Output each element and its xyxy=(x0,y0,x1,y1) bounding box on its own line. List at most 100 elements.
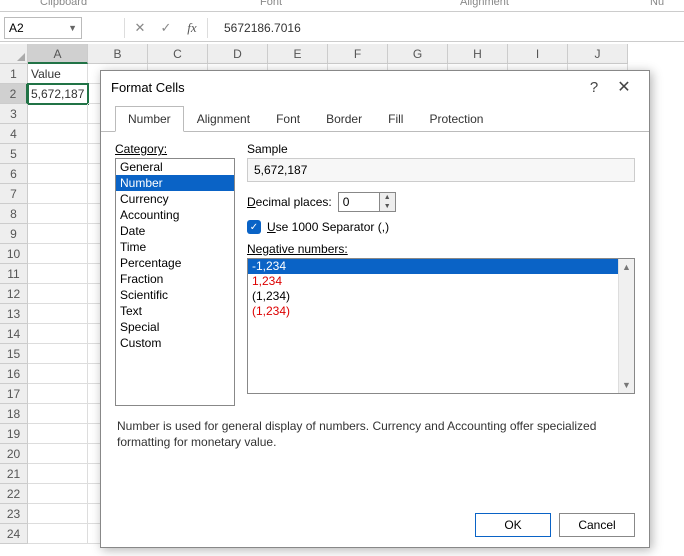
column-header[interactable]: J xyxy=(568,44,628,64)
cell[interactable] xyxy=(28,484,88,504)
tab-alignment[interactable]: Alignment xyxy=(184,106,263,132)
column-header[interactable]: C xyxy=(148,44,208,64)
column-header[interactable]: I xyxy=(508,44,568,64)
category-item[interactable]: Custom xyxy=(116,335,234,351)
category-item[interactable]: Text xyxy=(116,303,234,319)
name-box[interactable]: A2 ▼ xyxy=(4,17,82,39)
cell[interactable] xyxy=(28,404,88,424)
scroll-up-icon[interactable]: ▲ xyxy=(619,259,634,275)
cell[interactable] xyxy=(28,504,88,524)
tab-font[interactable]: Font xyxy=(263,106,313,132)
cell[interactable]: Value xyxy=(28,64,88,84)
cell[interactable]: 5,672,187 xyxy=(28,84,88,104)
row-header[interactable]: 11 xyxy=(0,264,28,284)
row-header[interactable]: 5 xyxy=(0,144,28,164)
category-item[interactable]: Time xyxy=(116,239,234,255)
category-listbox[interactable]: GeneralNumberCurrencyAccountingDateTimeP… xyxy=(115,158,235,406)
cell[interactable] xyxy=(28,324,88,344)
help-icon[interactable]: ? xyxy=(579,75,609,99)
category-item[interactable]: Accounting xyxy=(116,207,234,223)
dialog-titlebar[interactable]: Format Cells ? ✕ xyxy=(101,71,649,103)
negative-numbers-listbox[interactable]: -1,2341,234(1,234)(1,234) ▲ ▼ xyxy=(247,258,635,394)
cell[interactable] xyxy=(28,204,88,224)
scrollbar[interactable]: ▲ ▼ xyxy=(618,259,634,393)
tab-border[interactable]: Border xyxy=(313,106,375,132)
row-header[interactable]: 3 xyxy=(0,104,28,124)
row-header[interactable]: 14 xyxy=(0,324,28,344)
row-header[interactable]: 20 xyxy=(0,444,28,464)
decimal-places-input[interactable] xyxy=(339,193,379,211)
category-item[interactable]: Number xyxy=(116,175,234,191)
category-item[interactable]: General xyxy=(116,159,234,175)
close-icon[interactable]: ✕ xyxy=(609,75,639,99)
column-header[interactable]: G xyxy=(388,44,448,64)
row-header[interactable]: 7 xyxy=(0,184,28,204)
cell[interactable] xyxy=(28,304,88,324)
cell[interactable] xyxy=(28,364,88,384)
cell[interactable] xyxy=(28,244,88,264)
category-item[interactable]: Date xyxy=(116,223,234,239)
cell[interactable] xyxy=(28,424,88,444)
tab-protection[interactable]: Protection xyxy=(416,106,496,132)
cell[interactable] xyxy=(28,384,88,404)
cell[interactable] xyxy=(28,444,88,464)
column-header[interactable]: B xyxy=(88,44,148,64)
row-header[interactable]: 18 xyxy=(0,404,28,424)
category-item[interactable]: Scientific xyxy=(116,287,234,303)
cancel-button[interactable]: Cancel xyxy=(559,513,635,537)
row-header[interactable]: 19 xyxy=(0,424,28,444)
row-header[interactable]: 17 xyxy=(0,384,28,404)
row-header[interactable]: 2 xyxy=(0,84,28,104)
column-header[interactable]: H xyxy=(448,44,508,64)
formula-enter-icon[interactable]: ✓ xyxy=(153,17,179,39)
category-item[interactable]: Percentage xyxy=(116,255,234,271)
row-header[interactable]: 4 xyxy=(0,124,28,144)
spinner-down-icon[interactable]: ▼ xyxy=(380,202,395,211)
cell[interactable] xyxy=(28,144,88,164)
cell[interactable] xyxy=(28,104,88,124)
cell[interactable] xyxy=(28,284,88,304)
row-header[interactable]: 9 xyxy=(0,224,28,244)
category-item[interactable]: Fraction xyxy=(116,271,234,287)
column-header[interactable]: D xyxy=(208,44,268,64)
row-header[interactable]: 1 xyxy=(0,64,28,84)
negative-format-item[interactable]: (1,234) xyxy=(248,289,618,304)
select-all-corner[interactable] xyxy=(0,44,28,64)
row-header[interactable]: 10 xyxy=(0,244,28,264)
cell[interactable] xyxy=(28,164,88,184)
cell[interactable] xyxy=(28,124,88,144)
tab-number[interactable]: Number xyxy=(115,106,184,132)
negative-format-item[interactable]: -1,234 xyxy=(248,259,618,274)
negative-format-item[interactable]: 1,234 xyxy=(248,274,618,289)
row-header[interactable]: 23 xyxy=(0,504,28,524)
cell[interactable] xyxy=(28,524,88,544)
formula-cancel-icon[interactable]: ✕ xyxy=(127,17,153,39)
cell[interactable] xyxy=(28,464,88,484)
thousands-separator-checkbox[interactable]: ✓ xyxy=(247,220,261,234)
category-item[interactable]: Special xyxy=(116,319,234,335)
insert-function-icon[interactable]: fx xyxy=(179,17,205,39)
row-header[interactable]: 6 xyxy=(0,164,28,184)
negative-format-item[interactable]: (1,234) xyxy=(248,304,618,319)
category-item[interactable]: Currency xyxy=(116,191,234,207)
row-header[interactable]: 15 xyxy=(0,344,28,364)
row-header[interactable]: 24 xyxy=(0,524,28,544)
cell[interactable] xyxy=(28,344,88,364)
row-header[interactable]: 13 xyxy=(0,304,28,324)
cell[interactable] xyxy=(28,224,88,244)
row-header[interactable]: 21 xyxy=(0,464,28,484)
spinner-up-icon[interactable]: ▲ xyxy=(380,193,395,202)
column-header[interactable]: F xyxy=(328,44,388,64)
formula-input[interactable] xyxy=(210,17,678,39)
row-header[interactable]: 12 xyxy=(0,284,28,304)
tab-fill[interactable]: Fill xyxy=(375,106,416,132)
row-header[interactable]: 22 xyxy=(0,484,28,504)
chevron-down-icon[interactable]: ▼ xyxy=(68,23,77,33)
ok-button[interactable]: OK xyxy=(475,513,551,537)
scroll-down-icon[interactable]: ▼ xyxy=(619,377,634,393)
decimal-places-spinner[interactable]: ▲▼ xyxy=(338,192,396,212)
column-header[interactable]: E xyxy=(268,44,328,64)
row-header[interactable]: 8 xyxy=(0,204,28,224)
column-header[interactable]: A xyxy=(28,44,88,64)
cell[interactable] xyxy=(28,264,88,284)
